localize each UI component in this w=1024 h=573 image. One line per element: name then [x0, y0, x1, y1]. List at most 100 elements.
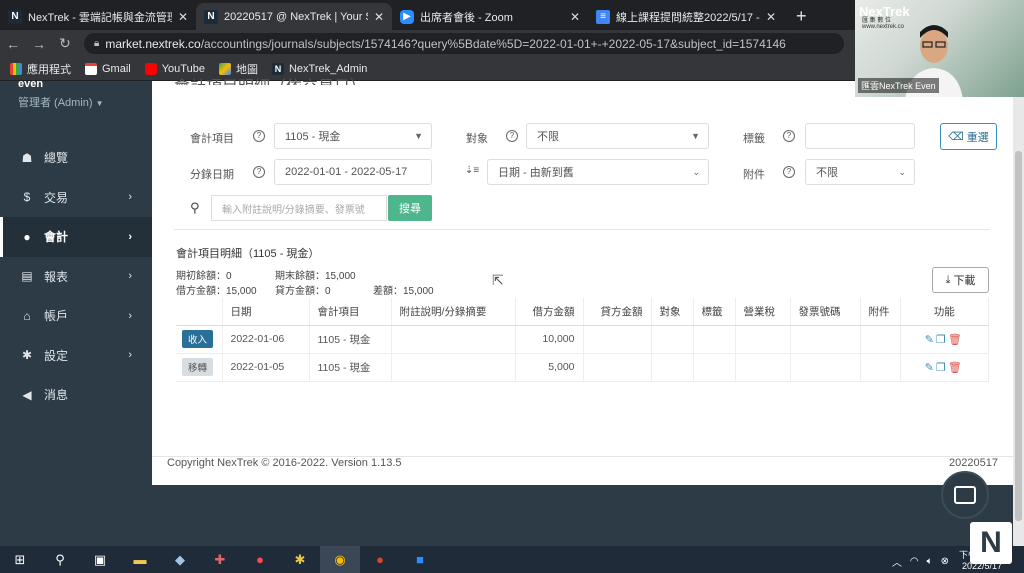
windows-start-icon[interactable]: ⊞ [0, 546, 40, 573]
help-icon[interactable]: ? [506, 130, 518, 142]
delete-icon[interactable]: 🗑︎ [948, 362, 964, 374]
zoom-icon[interactable]: ■ [400, 546, 440, 573]
scrollbar-thumb[interactable] [1015, 151, 1022, 521]
sort-select[interactable]: 日期 - 由新到舊 ⌄ [487, 159, 709, 185]
reset-button[interactable]: ⌫ 重選 [940, 123, 997, 150]
search-icon: ⚲ [190, 200, 200, 215]
video-brand: NexTrek [859, 4, 910, 19]
browser-tab-3[interactable]: ▶ 出席者會後 - Zoom ✕ [392, 3, 588, 30]
browser-tab-title: NexTrek - 雲端記帳與金流管理工 [28, 11, 172, 24]
tag-label: 標籤 [743, 133, 765, 145]
powerpoint-icon[interactable]: ● [360, 546, 400, 573]
attach-label: 附件 [743, 169, 765, 181]
gmail-icon [85, 62, 97, 75]
tray-chevron-icon[interactable]: ︿ [892, 554, 902, 569]
help-icon[interactable]: ? [783, 130, 795, 142]
sidebar-item-0[interactable]: ☗ 總覽 [0, 138, 152, 178]
sidebar-item-2[interactable]: ● 會計 › [0, 217, 152, 257]
new-tab-button[interactable]: + [784, 3, 819, 30]
sidebar-item-3[interactable]: ▤ 報表 › [0, 257, 152, 297]
cell-tax [735, 325, 791, 354]
copy-icon[interactable]: ❐ [936, 362, 948, 374]
forward-icon[interactable]: → [26, 36, 52, 52]
close-icon[interactable]: ✕ [374, 10, 384, 24]
bookmark-gmail[interactable]: Gmail [85, 62, 131, 75]
delete-icon[interactable]: 🗑︎ [948, 334, 964, 346]
chat-widget-button[interactable] [941, 471, 989, 519]
wifi-icon[interactable]: ◠ [910, 556, 919, 567]
browser-tab-1[interactable]: N NexTrek - 雲端記帳與金流管理工 ✕ [0, 3, 196, 30]
download-icon: ⤓ [945, 273, 951, 286]
tag-input[interactable] [805, 123, 915, 149]
app-icon[interactable]: ◆ [160, 546, 200, 573]
search-button[interactable]: 搜尋 [388, 195, 432, 221]
page-scrollbar[interactable] [1013, 81, 1024, 546]
column-header: 借方金額 [515, 298, 584, 326]
close-icon[interactable]: ✕ [766, 10, 776, 24]
close-icon[interactable]: ✕ [570, 10, 580, 24]
bookmark-label: 應用程式 [27, 63, 71, 76]
difference-total: 差額：15,000 [373, 286, 434, 297]
cell-actions: ✎❐🗑︎ [900, 353, 989, 382]
dollar-icon: $ [23, 190, 31, 205]
cell-tax [735, 353, 791, 382]
download-button[interactable]: ⤓ 下載 [932, 267, 989, 293]
nextrek-watermark-logo: N [970, 522, 1012, 564]
column-header: 標籤 [693, 298, 736, 326]
table-row: 移轉 2022-01-05 1105 - 現金 5,000 ✎❐🗑︎ [176, 353, 989, 382]
copy-icon[interactable]: ❐ [936, 334, 948, 346]
attach-select[interactable]: 不限 ⌄ [805, 159, 915, 185]
date-range-input[interactable]: 2022-01-01 - 2022-05-17 [274, 159, 432, 185]
user-role-dropdown[interactable]: 管理者 (Admin) ▼ [18, 94, 134, 110]
cell-note [391, 353, 516, 382]
caret-down-icon: ▼ [95, 99, 104, 108]
sidebar-item-5[interactable]: ✱ 設定 › [0, 336, 152, 376]
windows-taskbar: ⊞ ⚲ ▣ ▬ ◆ ✚ ● ✱ ◉ ● ■ ︿ ◠ 🔈︎ ⊗ 下午 04:14 … [0, 546, 1024, 573]
url-field[interactable]: 🔒︎ market.nextrek.co /accountings/journa… [84, 33, 844, 54]
browser-tab-2[interactable]: N 20220517 @ NexTrek | Your Sm ✕ [196, 3, 392, 30]
browser-tab-4[interactable]: ≡ 線上課程提問統整2022/5/17 - G ✕ [588, 3, 784, 30]
file-explorer-icon[interactable]: ▬ [120, 546, 160, 573]
subject-value: 1105 - 現金 [285, 131, 341, 143]
slack-icon[interactable]: ✱ [280, 546, 320, 573]
task-view-icon[interactable]: ▣ [80, 546, 120, 573]
column-header: 附件 [860, 298, 901, 326]
chevron-right-icon: › [128, 230, 132, 243]
sort-icon: ⇣≡ [465, 165, 480, 176]
app-icon[interactable]: ✚ [200, 546, 240, 573]
ime-icon[interactable]: ⊗ [941, 556, 949, 567]
debit-total: 借方金額：15,000 [176, 286, 257, 297]
search-input[interactable]: 輸入附註說明/分錄摘要、發票號 [211, 195, 387, 221]
subject-select[interactable]: 1105 - 現金 ▼ [274, 123, 432, 149]
chevron-right-icon: › [128, 309, 132, 322]
app-icon[interactable]: ● [240, 546, 280, 573]
party-select[interactable]: 不限 ▼ [526, 123, 709, 149]
column-header: 附註說明/分錄摘要 [391, 298, 516, 326]
column-header [176, 298, 223, 326]
chevron-down-icon: ⌄ [898, 166, 906, 177]
help-icon[interactable]: ? [253, 130, 265, 142]
sidebar-item-6[interactable]: ◀ 消息 [0, 375, 152, 415]
browser-tab-title: 出席者會後 - Zoom [420, 11, 513, 24]
summary-heading: 會計項目明細（1105 - 現金） [176, 248, 320, 260]
bookmark-label: Gmail [102, 62, 131, 75]
help-icon[interactable]: ? [253, 166, 265, 178]
reload-icon[interactable]: ↻ [52, 35, 78, 52]
dashboard-icon: ☗ [21, 150, 33, 165]
volume-icon[interactable]: 🔈︎ [927, 556, 933, 567]
back-icon[interactable]: ← [0, 36, 26, 52]
bookmark-apps[interactable]: 應用程式 [10, 61, 71, 77]
sidebar-item-4[interactable]: ⌂ 帳戶 › [0, 296, 152, 336]
help-icon[interactable]: ? [783, 166, 795, 178]
party-label: 對象 [466, 133, 488, 145]
close-icon[interactable]: ✕ [178, 10, 188, 24]
edit-icon[interactable]: ✎ [925, 362, 936, 374]
search-icon[interactable]: ⚲ [40, 546, 80, 573]
chevron-right-icon: › [128, 191, 132, 204]
gear-icon: ✱ [21, 348, 33, 363]
download-label: 下載 [953, 275, 976, 287]
edit-icon[interactable]: ✎ [925, 334, 936, 346]
sidebar-item-1[interactable]: $ 交易 › [0, 178, 152, 218]
chrome-icon[interactable]: ◉ [320, 546, 360, 573]
cell-type: 移轉 [176, 353, 223, 382]
